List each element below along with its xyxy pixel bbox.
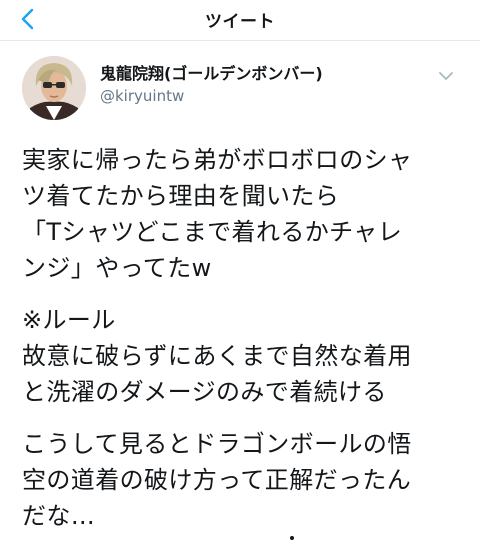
text-line: 故意に破らずにあくまで自然な着用	[22, 342, 412, 370]
tweet-paragraph: こうして見るとドラゴンボールの悟 空の道着の破け方って正解だったん だな…	[22, 426, 468, 534]
tweet-menu-button[interactable]	[436, 68, 456, 84]
text-line: 実家に帰ったら弟がボロボロのシャ	[22, 146, 413, 174]
media-indicator-dot	[290, 536, 294, 540]
tweet-header: 鬼龍院翔(ゴールデンボンバー) @kiryuintw	[22, 56, 462, 122]
text-line: ツ着てたから理由を聞いたら	[22, 182, 340, 210]
page-title: ツイート	[205, 12, 275, 32]
text-line: ※ルール	[22, 306, 116, 334]
top-navigation-bar: ツイート	[0, 0, 480, 41]
chevron-down-icon	[439, 72, 453, 80]
text-line: 空の道着の破け方って正解だったん	[22, 466, 412, 494]
tweet-text: 実家に帰ったら弟がボロボロのシャ ツ着てたから理由を聞いたら 「Tシャツどこまで…	[22, 142, 468, 550]
avatar-photo	[22, 56, 86, 120]
text-line: だな…	[22, 502, 96, 530]
avatar[interactable]	[22, 56, 86, 120]
text-line: と洗濯のダメージのみで着続ける	[22, 378, 387, 406]
display-name[interactable]: 鬼龍院翔(ゴールデンボンバー)	[100, 64, 323, 84]
text-line: こうして見るとドラゴンボールの悟	[22, 430, 412, 458]
text-line: ンジ」やってたw	[22, 254, 212, 282]
text-line: 「Tシャツどこまで着れるかチャレ	[22, 218, 403, 246]
tweet-paragraph: ※ルール 故意に破らずにあくまで自然な着用 と洗濯のダメージのみで着続ける	[22, 302, 468, 410]
user-info: 鬼龍院翔(ゴールデンボンバー) @kiryuintw	[100, 64, 323, 106]
tweet-paragraph: 実家に帰ったら弟がボロボロのシャ ツ着てたから理由を聞いたら 「Tシャツどこまで…	[22, 142, 468, 286]
username-handle[interactable]: @kiryuintw	[100, 86, 323, 106]
